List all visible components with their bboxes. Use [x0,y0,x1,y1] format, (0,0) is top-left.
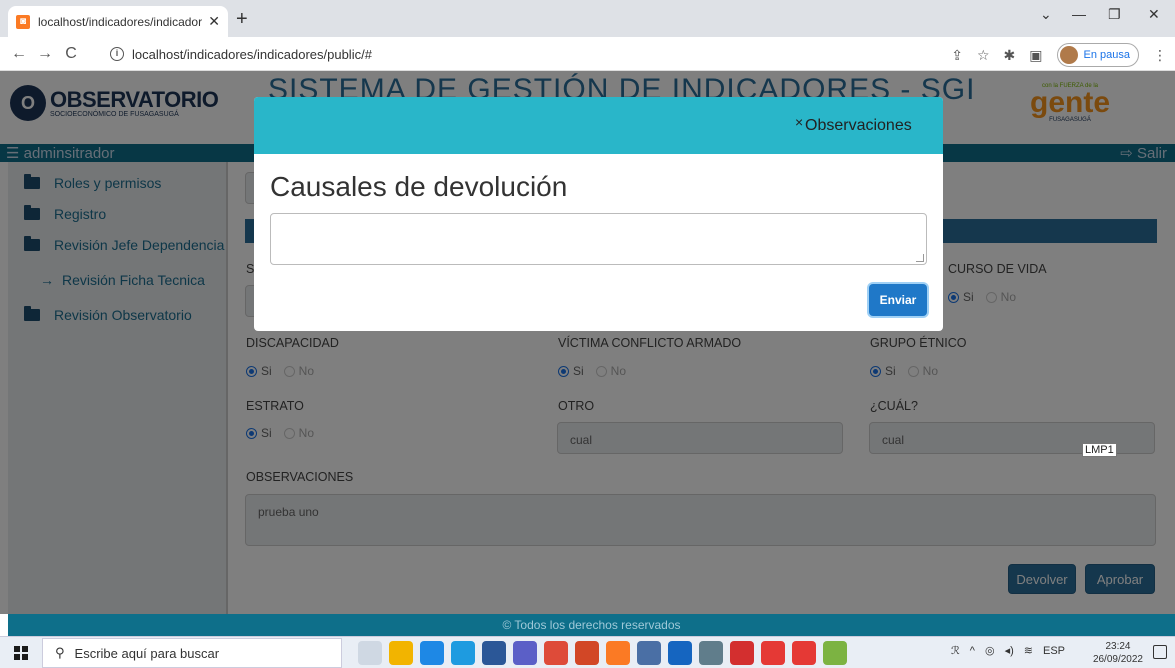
anydesk-icon[interactable] [761,641,785,665]
app-icon[interactable] [823,641,847,665]
forward-icon[interactable]: → [32,45,58,63]
chrome-icon[interactable] [544,641,568,665]
task-view-icon[interactable] [358,641,382,665]
browser-tab-bar: ◙ localhost/indicadores/indicadore ✕ + ⌄… [0,0,1175,37]
modal-header-title: Observaciones [805,117,912,134]
volume-icon[interactable]: ◂) [1005,644,1014,657]
word-icon[interactable] [482,641,506,665]
tab-title: localhost/indicadores/indicadore [38,14,203,29]
network-icon[interactable]: ◎ [985,644,995,657]
info-icon[interactable]: i [110,47,124,61]
modal-header: × Observaciones [254,97,943,154]
notifications-icon[interactable] [1153,645,1167,659]
acrobat-icon[interactable] [730,641,754,665]
bookmark-star-icon[interactable]: ☆ [977,47,990,64]
close-window-button[interactable]: ✕ [1148,6,1160,23]
powerpoint-icon[interactable] [575,641,599,665]
reload-icon[interactable]: C [58,45,84,63]
search-placeholder: Escribe aquí para buscar [74,645,220,661]
edge-icon[interactable] [451,641,475,665]
maximize-button[interactable]: ❐ [1108,6,1121,23]
url-text: localhost/indicadores/indicadores/public… [132,46,372,62]
mail-icon[interactable] [420,641,444,665]
back-icon[interactable]: ← [6,45,32,63]
language-indicator[interactable]: ESP [1043,645,1065,657]
windows-start-icon[interactable] [14,646,28,660]
chevron-up-icon[interactable]: ^ [970,645,975,657]
system-tray: ℛ ^ ◎ ◂) ≋ ESP [951,644,1065,658]
avatar [1059,46,1078,64]
virtualbox-icon[interactable] [668,641,692,665]
resize-handle-icon[interactable] [916,254,924,262]
tooltip: LMP1 [1082,443,1117,457]
wifi-icon[interactable]: ≋ [1024,644,1033,657]
causales-textarea[interactable] [270,213,927,265]
app-icon[interactable] [637,641,661,665]
extensions-icon[interactable]: ✱ [1004,47,1016,64]
menu-icon[interactable]: ⋮ [1153,47,1167,64]
address-bar: ← → C i localhost/indicadores/indicadore… [0,37,1175,71]
search-icon: ⚲ [55,645,65,660]
settings-icon[interactable] [699,641,723,665]
clock[interactable]: 23:24 26/09/2022 [1093,640,1143,666]
tab-search-icon[interactable]: ⌄ [1040,6,1052,23]
profile-label: En pausa [1083,49,1130,61]
xampp-icon[interactable] [606,641,630,665]
people-icon[interactable]: ℛ [951,644,960,657]
windows-taskbar: ⚲ Escribe aquí para buscar ℛ ^ ◎ ◂) ≋ ES… [0,636,1175,668]
xampp-favicon-icon: ◙ [16,14,30,29]
file-explorer-icon[interactable] [389,641,413,665]
new-tab-button[interactable]: + [236,8,248,31]
browser-actions: ⇪ ☆ ✱ ▣ En pausa ⋮ [951,43,1167,67]
browser-tab[interactable]: ◙ localhost/indicadores/indicadore ✕ [8,6,228,37]
taskbar-search[interactable]: ⚲ Escribe aquí para buscar [42,638,342,668]
modal-close-button[interactable]: × [795,114,803,130]
modal-heading: Causales de devolución [270,171,568,202]
enviar-button[interactable]: Enviar [869,284,927,316]
minimize-button[interactable]: — [1072,6,1086,22]
anydesk-icon[interactable] [792,641,816,665]
profile-button[interactable]: En pausa [1056,43,1139,67]
teams-icon[interactable] [513,641,537,665]
share-icon[interactable]: ⇪ [951,47,963,64]
url-field[interactable]: i localhost/indicadores/indicadores/publ… [100,41,960,67]
clock-date: 26/09/2022 [1092,654,1143,665]
observaciones-modal: × Observaciones Causales de devolución E… [254,97,943,331]
clock-time: 23:24 [1105,641,1131,652]
close-tab-icon[interactable]: ✕ [208,13,220,30]
side-panel-icon[interactable]: ▣ [1029,47,1042,64]
taskbar-apps [358,641,847,665]
page-footer: © Todos los derechos reservados [8,614,1175,636]
